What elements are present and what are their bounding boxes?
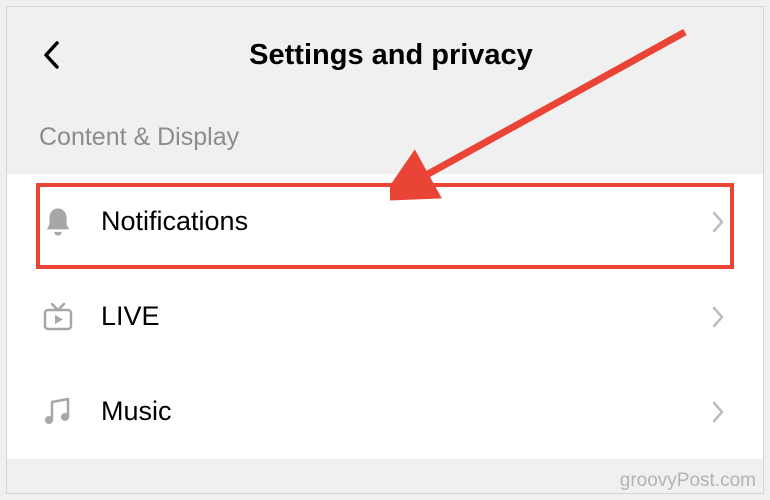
list-item-label: Notifications: [101, 206, 707, 237]
list-item-label: LIVE: [101, 301, 707, 332]
header: Settings and privacy: [7, 7, 763, 89]
section-header: Content & Display: [7, 89, 763, 174]
chevron-right-icon: [707, 401, 729, 423]
chevron-left-icon: [43, 41, 61, 69]
watermark: groovyPost.com: [620, 470, 756, 492]
list-item-label: Music: [101, 396, 707, 427]
page-title: Settings and privacy: [67, 39, 715, 72]
back-button[interactable]: [37, 40, 67, 70]
list-item-music[interactable]: Music: [7, 364, 763, 459]
list-item-live[interactable]: LIVE: [7, 269, 763, 364]
settings-list: Notifications LIVE: [7, 174, 763, 459]
chevron-right-icon: [707, 306, 729, 328]
bell-icon: [41, 205, 75, 239]
chevron-right-icon: [707, 211, 729, 233]
list-item-notifications[interactable]: Notifications: [7, 174, 763, 269]
tv-icon: [41, 300, 75, 334]
music-icon: [41, 395, 75, 429]
